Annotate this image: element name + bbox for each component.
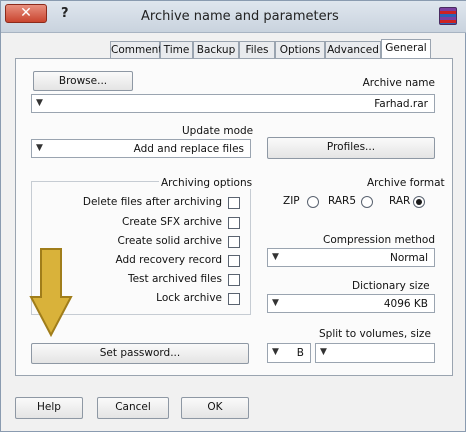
split-unit-select[interactable]: ▼ B <box>267 343 311 363</box>
lock-archive-checkbox[interactable] <box>228 293 240 305</box>
add-recovery-checkbox[interactable] <box>228 255 240 267</box>
tab-label: Comment <box>111 44 163 56</box>
browse-button[interactable]: Browse... <box>33 71 133 91</box>
tab-time[interactable]: Time <box>160 41 193 58</box>
tab-label: Options <box>279 44 321 56</box>
format-rar-radio[interactable] <box>413 196 425 208</box>
delete-files-checkbox[interactable] <box>228 197 240 209</box>
archive-name-value: Farhad.rar <box>374 98 428 110</box>
chevron-down-icon: ▼ <box>272 298 279 308</box>
update-mode-value: Add and replace files <box>133 143 244 155</box>
compression-method-select[interactable]: ▼ Normal <box>267 248 435 267</box>
format-zip-label: ZIP <box>283 195 300 207</box>
tab-label: Files <box>245 44 269 56</box>
archive-format-label: Archive format <box>367 177 445 189</box>
format-rar-label: RAR <box>389 195 411 207</box>
dictionary-size-select[interactable]: ▼ 4096 KB <box>267 294 435 313</box>
profiles-button[interactable]: Profiles... <box>267 137 435 159</box>
ok-button[interactable]: OK <box>181 397 249 419</box>
format-rar5-radio[interactable] <box>361 196 373 208</box>
dictionary-size-value: 4096 KB <box>383 298 428 310</box>
tab-files[interactable]: Files <box>239 41 275 58</box>
dictionary-size-label: Dictionary size <box>352 280 430 292</box>
format-rar5-label: RAR5 <box>328 195 357 207</box>
format-zip-radio[interactable] <box>307 196 319 208</box>
chevron-down-icon: ▼ <box>36 98 43 108</box>
tab-advanced[interactable]: Advanced <box>325 41 381 58</box>
lock-archive-label: Lock archive <box>156 292 222 304</box>
split-size-input[interactable]: ▼ <box>315 343 435 363</box>
archive-name-field[interactable]: ▼ Farhad.rar <box>31 94 435 113</box>
add-recovery-label: Add recovery record <box>115 254 223 266</box>
tab-general[interactable]: General <box>381 39 431 59</box>
dialog-window: ✕ ? Archive name and parameters Comment … <box>0 0 466 432</box>
create-solid-label: Create solid archive <box>117 235 223 247</box>
create-sfx-checkbox[interactable] <box>228 217 240 229</box>
split-volumes-label: Split to volumes, size <box>319 328 431 340</box>
test-archived-label: Test archived files <box>127 273 222 285</box>
chevron-down-icon: ▼ <box>320 347 327 357</box>
tab-comment[interactable]: Comment <box>110 41 163 58</box>
cancel-button[interactable]: Cancel <box>97 397 169 419</box>
create-sfx-label: Create SFX archive <box>121 216 222 228</box>
compression-method-value: Normal <box>390 252 428 264</box>
compression-method-label: Compression method <box>323 234 436 246</box>
delete-files-label: Delete files after archiving <box>82 196 222 208</box>
help-question-button[interactable]: ? <box>61 6 69 21</box>
tab-label: Time <box>163 44 190 56</box>
window-title: Archive name and parameters <box>141 9 339 24</box>
split-unit-value: B <box>296 347 304 359</box>
archive-name-label: Archive name <box>362 77 435 89</box>
tab-label: Advanced <box>327 44 379 56</box>
tab-label: General <box>385 42 427 54</box>
winrar-books-icon <box>439 7 457 25</box>
close-icon: ✕ <box>20 5 32 21</box>
test-archived-checkbox[interactable] <box>228 274 240 286</box>
create-solid-checkbox[interactable] <box>228 236 240 248</box>
chevron-down-icon: ▼ <box>272 347 279 357</box>
help-button[interactable]: Help <box>15 397 83 419</box>
tab-options[interactable]: Options <box>275 41 325 58</box>
update-mode-label: Update mode <box>182 125 254 137</box>
close-button[interactable]: ✕ <box>5 4 47 23</box>
annotation-down-arrow-icon <box>29 248 73 338</box>
update-mode-select[interactable]: ▼ Add and replace files <box>31 139 251 158</box>
title-bar: ✕ ? Archive name and parameters <box>1 1 466 33</box>
chevron-down-icon: ▼ <box>272 252 279 262</box>
archiving-options-label: Archiving options <box>159 177 255 189</box>
tab-label: Backup <box>196 44 236 56</box>
chevron-down-icon: ▼ <box>36 143 43 153</box>
tab-backup[interactable]: Backup <box>193 41 239 58</box>
set-password-button[interactable]: Set password... <box>31 343 249 364</box>
